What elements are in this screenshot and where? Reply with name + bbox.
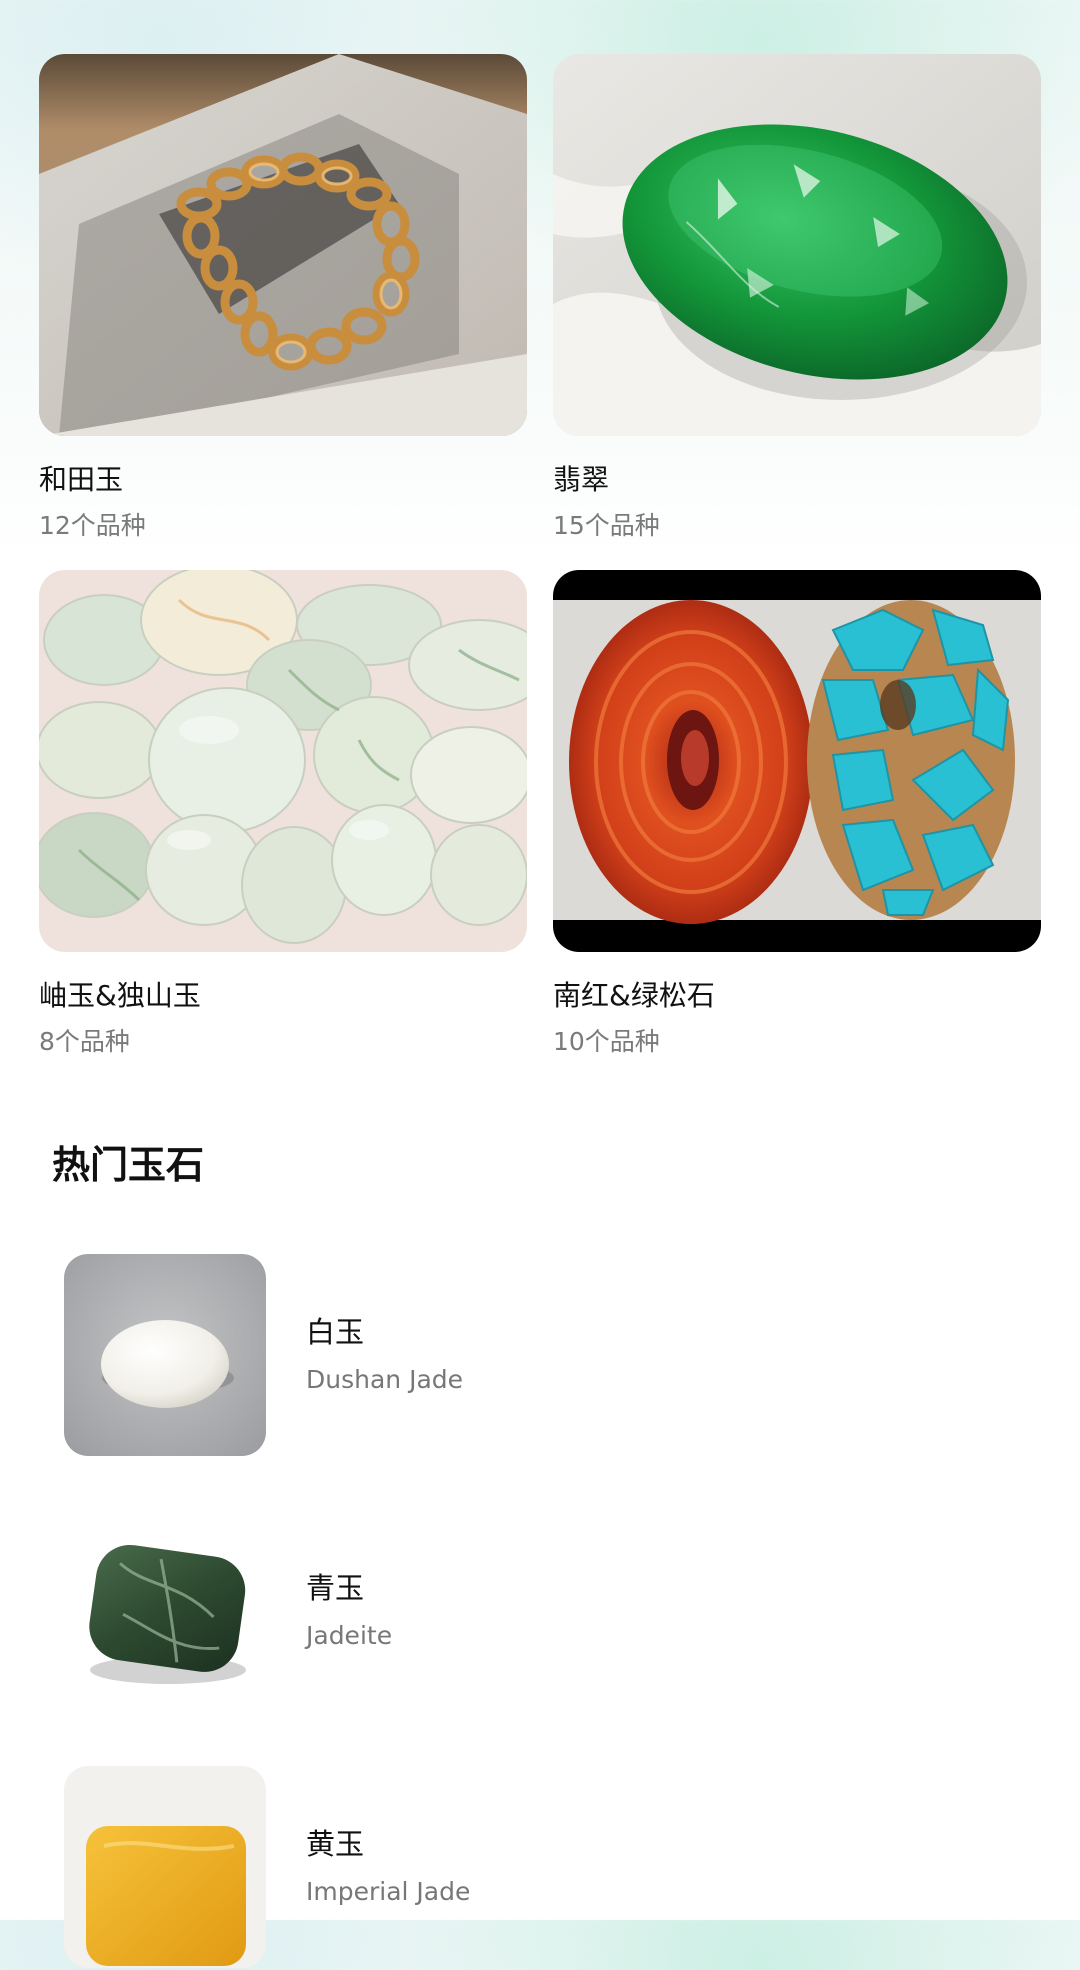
- red-agate-turquoise-image: [553, 570, 1041, 952]
- category-name: 南红&绿松石: [553, 979, 715, 1012]
- category-card-feicui[interactable]: 翡翠 15个品种: [553, 54, 1041, 540]
- hot-item-name: 青玉: [306, 1571, 365, 1605]
- category-name: 翡翠: [553, 463, 610, 496]
- category-count: 8个品种: [39, 1027, 130, 1056]
- hot-item-english: Dushan Jade: [306, 1365, 464, 1394]
- category-card-hetian[interactable]: 和田玉 12个品种: [39, 54, 527, 540]
- white-jade-image: [64, 1254, 266, 1456]
- hot-item-green-jade[interactable]: 青玉 Jadeite: [64, 1510, 1024, 1714]
- category-name: 和田玉: [39, 463, 124, 496]
- hot-section-title: 热门玉石: [52, 1143, 205, 1187]
- hot-item-english: Imperial Jade: [306, 1877, 471, 1906]
- category-card-nanhong-turquoise[interactable]: 南红&绿松石 10个品种: [553, 570, 1041, 1056]
- hot-item-english: Jadeite: [306, 1621, 393, 1650]
- hot-item-name: 黄玉: [306, 1827, 365, 1861]
- gold-chain-bracelet-image: [39, 54, 527, 436]
- hot-item-yellow-jade[interactable]: 黄玉 Imperial Jade: [64, 1766, 1024, 1970]
- green-jade-stone-image: [553, 54, 1041, 436]
- pale-jade-pebbles-image: [39, 570, 527, 952]
- category-count: 12个品种: [39, 511, 146, 540]
- category-card-xiuyu-dushan[interactable]: 岫玉&独山玉 8个品种: [39, 570, 527, 1056]
- hot-item-name: 白玉: [306, 1315, 365, 1349]
- yellow-jade-image: [64, 1766, 266, 1968]
- dark-green-jade-image: [64, 1510, 266, 1712]
- category-count: 10个品种: [553, 1027, 660, 1056]
- hot-item-white-jade[interactable]: 白玉 Dushan Jade: [64, 1254, 1024, 1458]
- category-count: 15个品种: [553, 511, 660, 540]
- category-name: 岫玉&独山玉: [39, 979, 201, 1012]
